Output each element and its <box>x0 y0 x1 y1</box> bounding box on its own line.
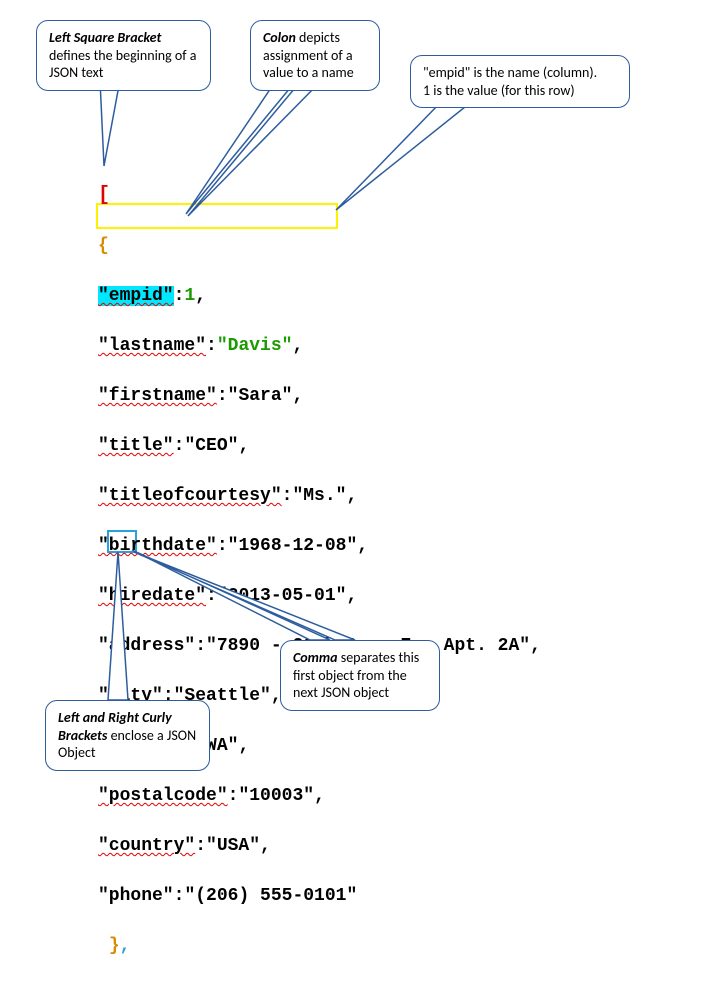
callout-em: Left and Right Curly <box>58 709 172 726</box>
callout-text: depicts <box>296 29 340 46</box>
token-lastname-val: "Davis" <box>217 336 293 356</box>
callout-comma: Comma separates this first object from t… <box>280 640 440 711</box>
token-pcode-key: "postalcode" <box>98 786 228 806</box>
token-title-key: "title" <box>98 436 174 456</box>
token-toc-val: "Ms." <box>292 486 346 506</box>
callout-left-square-bracket: Left Square Bracket defines the beginnin… <box>36 20 211 91</box>
callout-colon: Colon depicts assignment of a value to a… <box>250 20 380 91</box>
callout-curly-brackets: Left and Right Curly Brackets enclose a … <box>45 700 210 771</box>
token-colon: : <box>174 286 185 306</box>
callout-text: enclose a JSON <box>107 727 196 744</box>
callout-text: 1 is the value (for this row) <box>423 82 575 99</box>
token-empid-val: 1 <box>184 286 195 306</box>
callout-em: Brackets <box>58 727 107 744</box>
callout-em: Colon <box>263 29 296 46</box>
token-comma: , <box>195 286 206 306</box>
callout-em: Comma <box>293 649 338 666</box>
callout-text: separates this <box>338 649 420 666</box>
callout-text: assignment of a <box>263 47 353 64</box>
token-bdate-val: "1968-12-08" <box>228 536 358 556</box>
callout-text: next JSON object <box>293 684 389 701</box>
token-phone-val: "(206) 555-0101" <box>184 886 357 906</box>
token-end-comma: , <box>120 936 131 956</box>
token-country-key: "country" <box>98 836 195 856</box>
token-hdate-key: "hiredate" <box>98 586 206 606</box>
token-toc-key: "titleofcourtesy" <box>98 486 282 506</box>
token-bdate-key: "birthdate" <box>98 536 217 556</box>
token-firstname-key: "firstname" <box>98 386 217 406</box>
token-left-bracket: [ <box>98 184 110 207</box>
token-left-curly: { <box>98 236 109 256</box>
token-empid-key: "empid" <box>98 286 174 306</box>
callout-em: Left Square Bracket <box>49 29 161 46</box>
token-hdate-val: "2013-05-01" <box>217 586 347 606</box>
json-code-block: [ { "empid":1, "lastname":"Davis", "firs… <box>98 158 541 984</box>
token-right-curly: } <box>109 936 120 956</box>
callout-text: value to a name <box>263 64 354 81</box>
callout-text: "empid" is the name (column). <box>423 64 597 81</box>
token-phone-key: "phone" <box>98 886 174 906</box>
token-country-val: "USA" <box>206 836 260 856</box>
callout-text: defines the beginning of <box>49 47 187 64</box>
callout-text: Object <box>58 744 96 761</box>
token-pcode-val: "10003" <box>238 786 314 806</box>
token-title-val: "CEO" <box>184 436 238 456</box>
callout-empid-value: "empid" is the name (column). 1 is the v… <box>410 55 630 108</box>
token-lastname-key: "lastname" <box>98 336 206 356</box>
token-firstname-val: "Sara" <box>228 386 293 406</box>
token-addr-key: "address" <box>98 636 195 656</box>
callout-text: first object from the <box>293 667 407 684</box>
